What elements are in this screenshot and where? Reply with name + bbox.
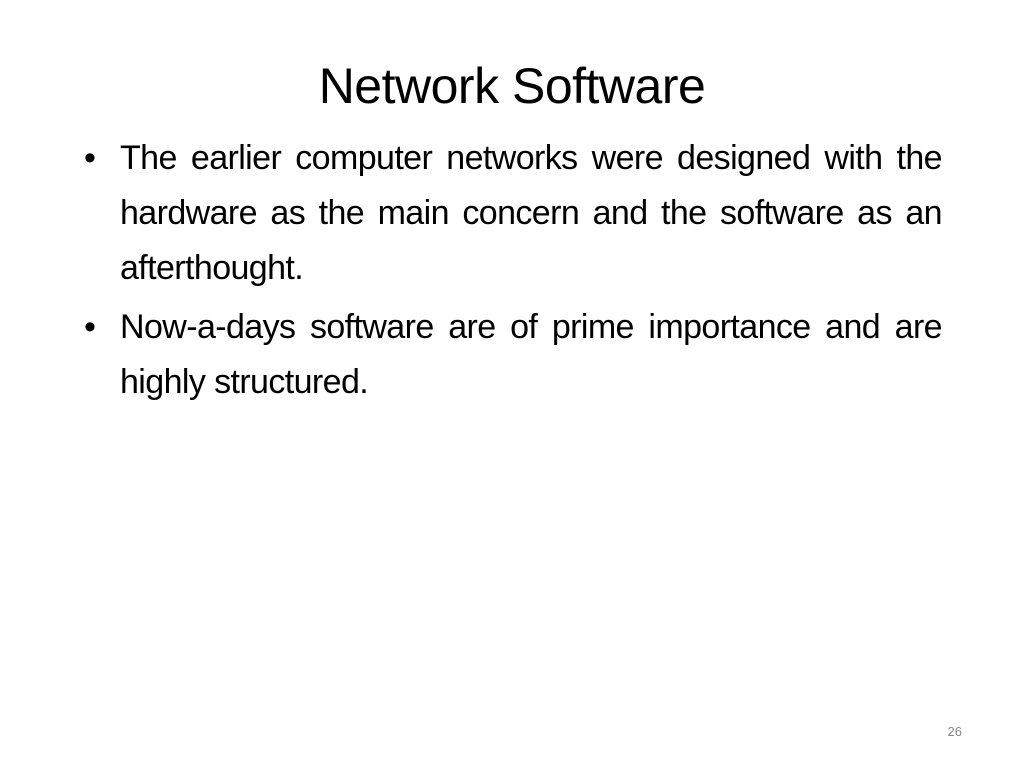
bullet-item: • Now-a-days software are of prime impor… [84, 300, 943, 410]
bullet-text: The earlier computer networks were desig… [120, 139, 943, 287]
slide-title: Network Software [318, 58, 706, 114]
bullet-text: Now-a-days software are of prime importa… [120, 308, 943, 401]
bullet-dot-icon: • [84, 308, 96, 346]
bullet-item: • The earlier computer networks were des… [84, 131, 943, 296]
bullet-list: • The earlier computer networks were des… [84, 131, 943, 414]
slide-number: 26 [947, 724, 962, 739]
bullet-dot-icon: • [84, 139, 96, 177]
